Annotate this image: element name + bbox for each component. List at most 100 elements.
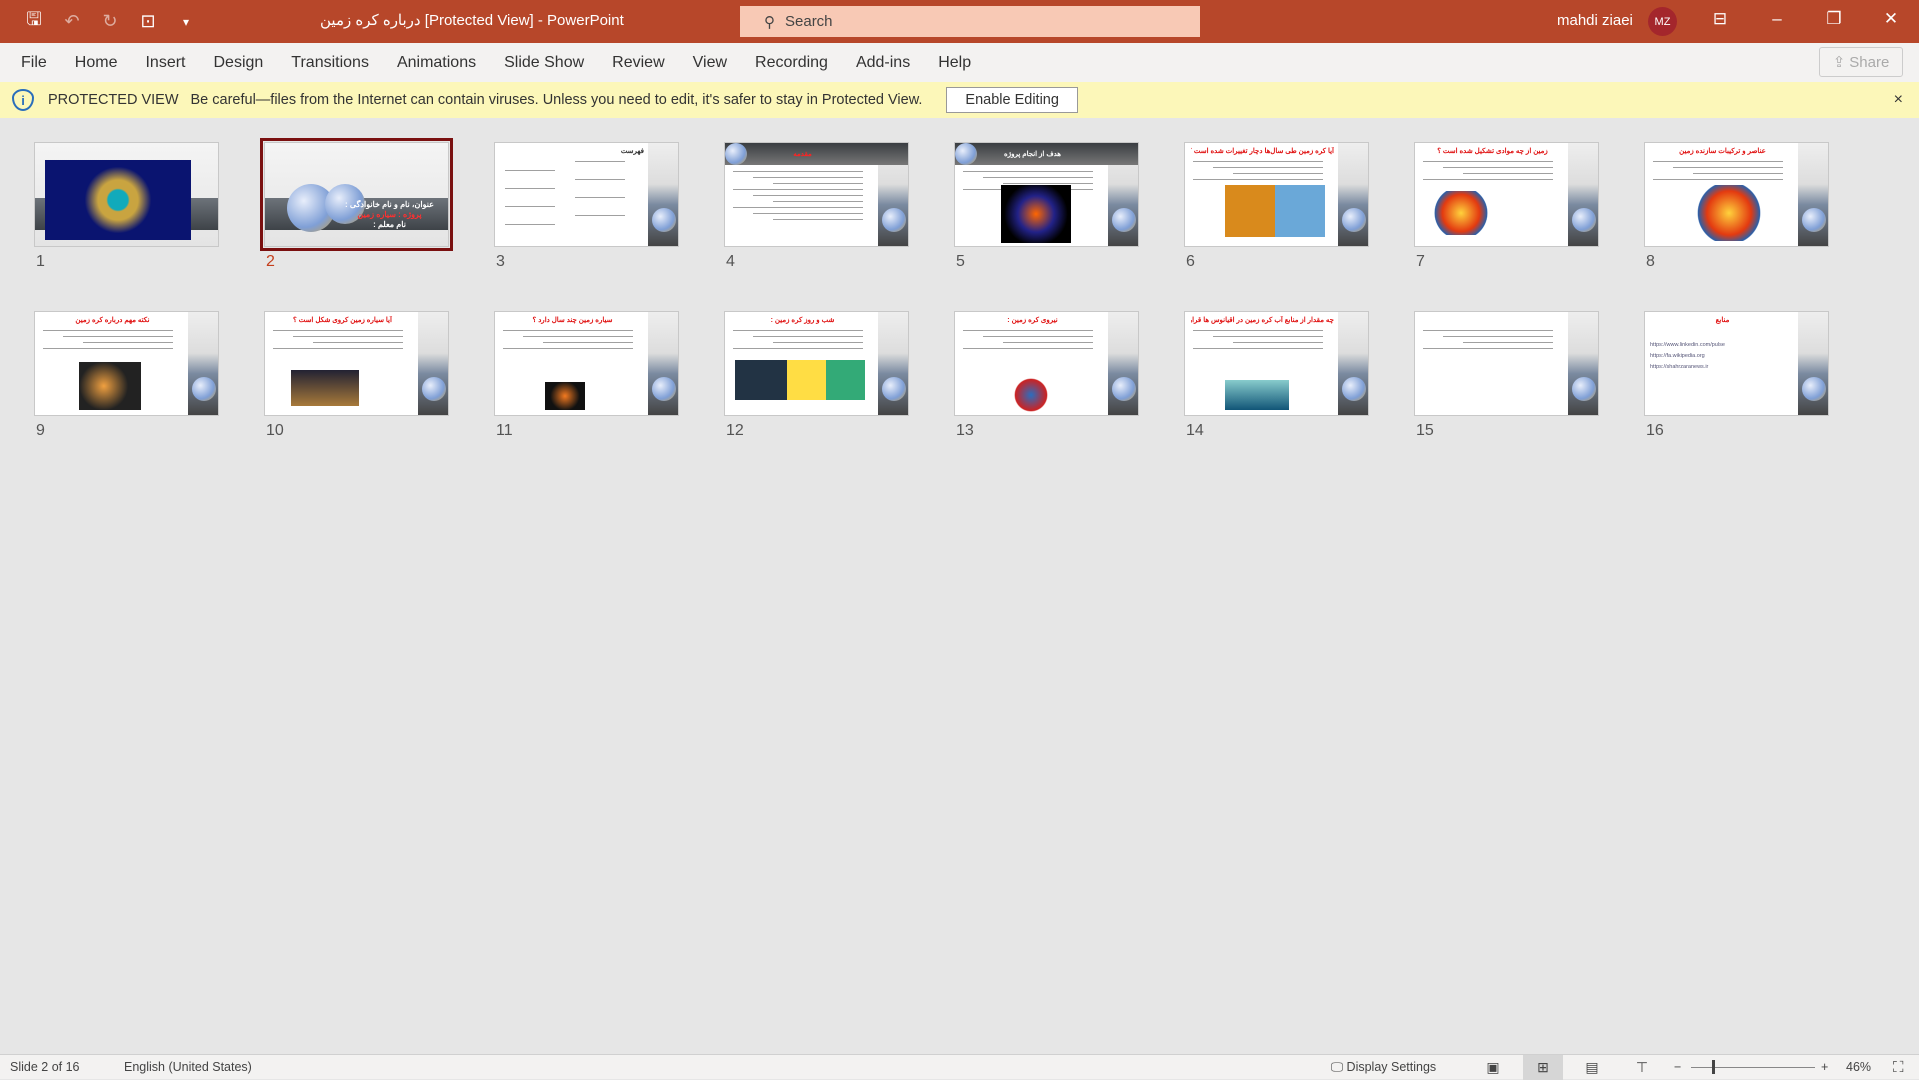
zoom-out-icon[interactable]: − [1674,1060,1681,1074]
globe-image [1112,377,1136,401]
text-line [1193,161,1323,162]
tab-add-ins[interactable]: Add-ins [856,54,910,72]
tab-slide-show[interactable]: Slide Show [504,54,584,72]
tab-animations[interactable]: Animations [397,54,476,72]
text-line [963,171,1093,172]
restore-icon[interactable]: ❐ [1819,9,1849,29]
tab-help[interactable]: Help [938,54,971,72]
close-icon[interactable]: ✕ [1876,9,1906,29]
title-image [45,160,191,240]
tab-design[interactable]: Design [213,54,263,72]
slide-thumbnail-2[interactable]: عنوان، نام و نام خانوادگی : پروژه : سیاره… [260,138,453,251]
reading-view-icon[interactable]: ▤ [1572,1055,1612,1080]
close-bar-icon[interactable]: × [1894,91,1903,109]
text-line [1673,167,1783,168]
text-line [773,201,863,202]
slide-thumbnail-12[interactable]: شب و روز کره زمین : [724,311,909,416]
slide-title: عناصر و ترکیبات سازنده زمین [1679,148,1766,155]
enable-editing-button[interactable]: Enable Editing [946,87,1078,113]
slide-title: نیروی کره زمین : [1007,317,1058,324]
globe-image [882,377,906,401]
fit-to-window-icon[interactable]: ⛶ [1893,1059,1904,1076]
globe-image [1572,208,1596,232]
avatar[interactable]: MZ [1648,7,1677,36]
tab-home[interactable]: Home [75,54,118,72]
slide-image [1225,185,1325,237]
tab-transitions[interactable]: Transitions [291,54,369,72]
slide-image [79,362,141,410]
slide-thumbnail-3[interactable]: فهرست [494,142,679,247]
slide-thumbnail-13[interactable]: نیروی کره زمین : [954,311,1139,416]
text-line [963,348,1093,349]
tab-review[interactable]: Review [612,54,664,72]
slide-number: 8 [1646,253,1655,270]
minimize-icon[interactable]: – [1762,9,1792,29]
slideshow-view-icon[interactable]: ⊤ [1622,1055,1662,1080]
text-line [1653,179,1783,180]
text-line [1003,342,1093,343]
slide-thumbnail-15[interactable] [1414,311,1599,416]
customize-chevron-icon[interactable]: ▾ [174,15,198,29]
zoom-slider-handle[interactable] [1712,1060,1715,1074]
zoom-level[interactable]: 46% [1846,1060,1871,1074]
text-line [773,183,863,184]
slide-thumbnail-11[interactable]: سیاره زمین چند سال دارد ؟ [494,311,679,416]
text-line [773,342,863,343]
protected-view-bar: i PROTECTED VIEW Be careful—files from t… [0,82,1919,118]
text-line [505,206,555,207]
search-placeholder: Search [785,13,833,30]
text-line [505,188,555,189]
text-line [1213,167,1323,168]
slide-thumbnail-7[interactable]: زمین از چه موادی تشکیل شده است ؟ [1414,142,1599,247]
redo-icon[interactable]: ↻ [98,11,122,32]
zoom-in-icon[interactable]: + [1821,1060,1828,1074]
slide-title: نکته مهم درباره کره زمین [75,317,150,324]
slide-text: نام معلم : [373,220,406,229]
save-icon[interactable]: 🖫 [22,7,46,37]
slide-image [1001,185,1071,243]
slide-thumbnail-14[interactable]: چه مقدار از منابع آب کره زمین در اقیانوس… [1184,311,1369,416]
normal-view-icon[interactable]: ▣ [1473,1055,1513,1080]
text-line [1193,179,1323,180]
text-line [733,189,863,190]
text-line [1653,161,1783,162]
user-name[interactable]: mahdi ziaei [1557,12,1633,29]
present-icon[interactable]: ⊡ [136,11,160,32]
slide-image [291,370,359,406]
language[interactable]: English (United States) [124,1060,252,1074]
text-line [575,179,625,180]
status-bar: Slide 2 of 16 English (United States) 🖵 … [0,1054,1919,1080]
slide-thumbnail-5[interactable]: هدف از انجام پروژه [954,142,1139,247]
text-line [733,207,863,208]
slide-number: 14 [1186,422,1204,439]
ribbon-display-icon[interactable]: ⊟ [1705,9,1735,29]
tab-file[interactable]: File [21,54,47,72]
slide-thumbnail-1[interactable] [34,142,219,247]
slide-number: 5 [956,253,965,270]
tab-view[interactable]: View [693,54,727,72]
text-line [753,213,863,214]
slide-title: شب و روز کره زمین : [770,317,835,324]
tab-insert[interactable]: Insert [145,54,185,72]
undo-icon[interactable]: ↶ [60,11,84,32]
slide-sorter-view-icon[interactable]: ⊞ [1523,1055,1563,1080]
slide-thumbnail-10[interactable]: آیا سیاره زمین کروی شکل است ؟ [264,311,449,416]
slide-thumbnail-8[interactable]: عناصر و ترکیبات سازنده زمین [1644,142,1829,247]
globe-image [882,208,906,232]
slide-thumbnail-6[interactable]: آیا کره زمین طی سال‌ها دچار تغییرات شده … [1184,142,1369,247]
share-button[interactable]: ⇪ Share [1819,47,1903,77]
text-line [313,342,403,343]
slide-thumbnail-4[interactable]: مقدمه [724,142,909,247]
slide-thumbnail-9[interactable]: نکته مهم درباره کره زمین [34,311,219,416]
slide-thumbnail-16[interactable]: منابع https://www.linkedin.com/pulse https… [1644,311,1829,416]
slide-title: هدف از انجام پروژه [1004,151,1061,158]
zoom-slider[interactable] [1691,1067,1815,1068]
text-line [293,336,403,337]
display-settings-button[interactable]: 🖵 Display Settings [1331,1060,1436,1075]
quick-access-toolbar: 🖫 ↶ ↻ ⊡ ▾ [0,7,198,37]
globe-image [1802,377,1826,401]
text-line [575,161,625,162]
search-box[interactable]: ⚲ Search [740,6,1200,37]
tab-recording[interactable]: Recording [755,54,828,72]
source-link: https://www.linkedin.com/pulse [1650,342,1725,348]
